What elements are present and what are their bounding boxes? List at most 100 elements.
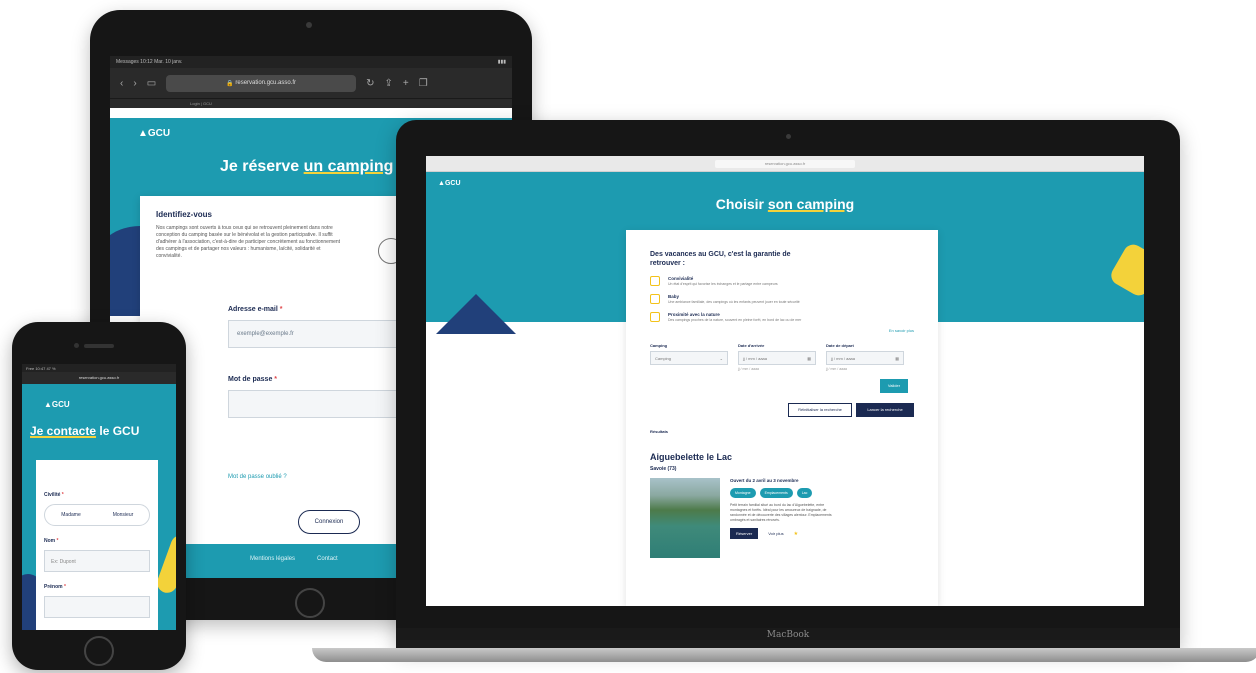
- tablet-logo-text: GCU: [147, 128, 171, 139]
- calendar-icon: ▦: [807, 356, 811, 361]
- camping-info: Ouvert du 2 avril au 3 novembre Montagne…: [730, 478, 840, 558]
- civility-option-madame[interactable]: Madame: [45, 505, 97, 525]
- feature-item: Baby Une ambiance familiale, des campings…: [650, 294, 914, 304]
- star-icon[interactable]: ★: [794, 531, 798, 537]
- laptop-decor-hill: [436, 294, 516, 334]
- details-link[interactable]: Voir plus: [768, 531, 783, 536]
- phone-title-suffix: le GCU: [96, 424, 140, 438]
- feature-item: Convivialité Un état d'esprit qui favoris…: [650, 276, 914, 286]
- password-field[interactable]: [228, 390, 418, 418]
- laptop-logo-text: GCU: [444, 180, 461, 187]
- firstname-label: Prénom *: [44, 584, 150, 590]
- feature-desc: Des campings proches de la nature, souve…: [668, 318, 802, 322]
- name-label-text: Nom: [44, 538, 56, 544]
- departure-date-input[interactable]: jj / mm / aaaa ▦: [826, 351, 904, 365]
- password-label: Mot de passe *: [228, 376, 277, 383]
- phone-logo[interactable]: ▲GCU: [44, 400, 70, 409]
- filter-label: Date de départ: [826, 343, 854, 348]
- login-button[interactable]: Connexion: [298, 510, 360, 534]
- feature-desc: Une ambiance familiale, des campings où …: [668, 300, 800, 304]
- forgot-password-link[interactable]: Mot de passe oublié ?: [228, 474, 287, 480]
- camping-select-value: Camping: [655, 356, 672, 361]
- tabs-icon[interactable]: ❐: [419, 78, 428, 89]
- phone-screen: Free 10:47 47 % reservation.gcu.asso.fr …: [22, 364, 176, 630]
- laptop-title-prefix: Choisir: [715, 196, 768, 212]
- tablet-logo[interactable]: ▲GCU: [138, 128, 170, 139]
- camping-actions: Réserver Voir plus ★: [730, 528, 840, 539]
- tablet-url-text: reservation.gcu.asso.fr: [235, 80, 297, 86]
- phone-address-bar[interactable]: reservation.gcu.asso.fr: [22, 372, 176, 384]
- required-marker: *: [55, 538, 59, 544]
- reset-search-button[interactable]: Réinitialiser la recherche: [788, 403, 852, 417]
- new-tab-icon[interactable]: +: [403, 78, 409, 89]
- name-field[interactable]: Ex: Dupont: [44, 550, 150, 572]
- tablet-tab-label: Login | GCU: [190, 101, 212, 106]
- phone-speaker: [84, 344, 114, 348]
- chevron-down-icon: ⌄: [719, 356, 723, 361]
- footer-link-legal[interactable]: Mentions légales: [250, 556, 295, 566]
- firstname-field[interactable]: [44, 596, 150, 618]
- forward-icon[interactable]: ›: [133, 78, 136, 89]
- arrival-date-input[interactable]: jj / mm / aaaa ▦: [738, 351, 816, 365]
- feature-desc: Un état d'esprit qui favorise les échang…: [668, 282, 778, 286]
- tablet-status-bar: Messages 10:12 Mar. 10 janv. ▮▮▮: [110, 56, 512, 68]
- laptop-browser-bar: reservation.gcu.asso.fr: [426, 156, 1144, 172]
- tablet-home-button[interactable]: [295, 588, 325, 618]
- tablet-browser-toolbar: ‹ › ▭ 🔒 reservation.gcu.asso.fr ↻ ⇪ + ❐: [110, 68, 512, 98]
- validate-button[interactable]: Valider: [880, 379, 908, 393]
- tablet-status-text: Messages 10:12 Mar. 10 janv.: [116, 59, 183, 65]
- footer-link-contact[interactable]: Contact: [317, 556, 338, 566]
- tablet-title-highlight: un camping: [303, 158, 394, 175]
- camping-select[interactable]: Camping ⌄: [650, 351, 728, 365]
- run-search-button[interactable]: Lancer la recherche: [856, 403, 914, 417]
- search-filters: Camping Camping ⌄ Date d'arrivée jj / mm …: [650, 343, 914, 371]
- feature-item: Proximité avec la nature Des campings pro…: [650, 312, 914, 322]
- laptop-brand: MacBook: [766, 630, 810, 640]
- tablet-address-bar[interactable]: 🔒 reservation.gcu.asso.fr: [166, 74, 357, 92]
- camping-name[interactable]: Aiguebelette le Lac: [650, 452, 914, 462]
- share-icon[interactable]: ⇪: [385, 78, 393, 89]
- firstname-label-text: Prénom: [44, 584, 63, 590]
- password-label-text: Mot de passe: [228, 376, 273, 383]
- camping-dates: Ouvert du 2 avril au 3 novembre: [730, 478, 799, 483]
- required-marker: *: [277, 306, 283, 313]
- laptop-base: [312, 648, 1256, 662]
- back-icon[interactable]: ‹: [120, 78, 123, 89]
- civility-option-monsieur[interactable]: Monsieur: [97, 505, 149, 525]
- reload-icon[interactable]: ↻: [366, 78, 374, 89]
- feature-title: Proximité avec la nature: [668, 312, 720, 317]
- results-label: Résultats: [650, 429, 669, 434]
- tag-badge: Montagne: [730, 488, 756, 498]
- conviviality-icon: [650, 276, 660, 286]
- more-link[interactable]: En savoir plus: [650, 328, 914, 333]
- book-icon[interactable]: ▭: [147, 78, 156, 89]
- camping-region: Savoie (73): [650, 466, 677, 472]
- book-button[interactable]: Réserver: [730, 528, 759, 539]
- feature-title: Convivialité: [668, 276, 694, 281]
- tablet-page-title: Je réserve un camping: [220, 158, 393, 176]
- laptop-address-bar[interactable]: reservation.gcu.asso.fr: [715, 159, 855, 168]
- filter-hint: jj / mm / aaaa: [738, 367, 760, 371]
- tablet-title-prefix: Je réserve: [220, 158, 304, 175]
- civility-label: Civilité *: [44, 492, 150, 498]
- lock-icon: 🔒: [226, 80, 236, 87]
- email-field[interactable]: exemple@exemple.fr: [228, 320, 418, 348]
- name-label: Nom *: [44, 538, 150, 544]
- laptop-title-highlight: son camping: [767, 196, 855, 212]
- laptop-camera: [786, 134, 791, 139]
- laptop-device: reservation.gcu.asso.fr ▲GCU Choisir son…: [396, 120, 1180, 648]
- calendar-icon: ▦: [895, 356, 899, 361]
- laptop-card-heading: Des vacances au GCU, c'est la garantie d…: [650, 251, 791, 267]
- tablet-tab[interactable]: Login | GCU: [110, 98, 512, 108]
- name-placeholder: Ex: Dupont: [51, 559, 76, 565]
- filter-arrival: Date d'arrivée jj / mm / aaaa ▦ jj / mm /…: [738, 343, 816, 371]
- required-marker: *: [60, 492, 64, 498]
- phone-url-text: reservation.gcu.asso.fr: [78, 375, 120, 380]
- civility-label-text: Civilité: [44, 492, 61, 498]
- tag-badge: Emplacements: [759, 488, 793, 498]
- email-label-text: Adresse e-mail: [228, 306, 278, 313]
- phone-status-text: Free 10:47 47 %: [26, 366, 56, 371]
- tag-badge: Lac: [796, 488, 813, 498]
- phone-home-button[interactable]: [84, 636, 114, 666]
- laptop-logo[interactable]: ▲GCU: [438, 180, 461, 187]
